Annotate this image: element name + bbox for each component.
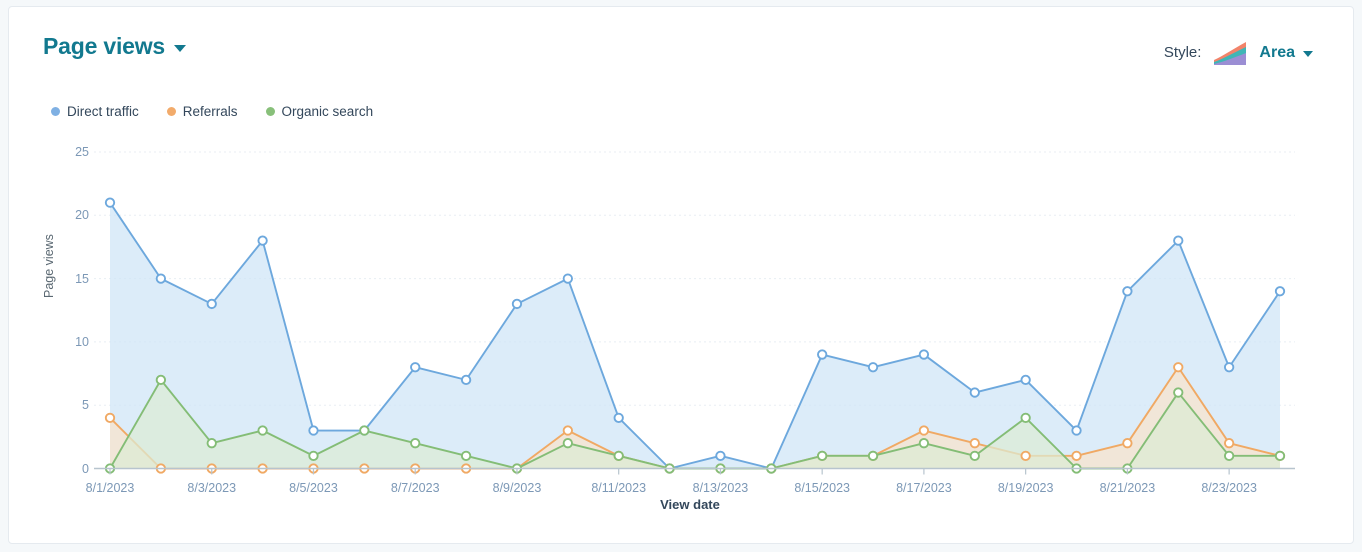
x-axis-tick-label: 8/9/2023 <box>492 480 542 495</box>
x-axis-tick-label: 8/21/2023 <box>1099 480 1156 495</box>
x-axis-tick-label: 8/15/2023 <box>794 480 850 495</box>
y-axis-tick-0: 0 <box>82 461 89 476</box>
x-axis-tick-label: 8/1/2023 <box>85 480 135 495</box>
y-axis-tick-25: 25 <box>75 145 89 159</box>
y-axis-tick-10: 10 <box>75 334 89 349</box>
y-axis-tick-5: 5 <box>82 398 89 413</box>
x-axis-tick-label: 8/11/2023 <box>591 480 647 495</box>
x-axis-tick-label: 8/23/2023 <box>1201 480 1257 495</box>
x-axis-tick-label: 8/13/2023 <box>692 480 749 495</box>
y-axis-tick-20: 20 <box>75 208 89 223</box>
x-axis-tick-label: 8/19/2023 <box>997 480 1054 495</box>
area-chart-plot[interactable] <box>9 7 1362 552</box>
x-axis-tick-label: 8/5/2023 <box>289 480 338 495</box>
chart-card: Page views Style: Area Direct traffic Re… <box>8 6 1354 544</box>
page-root: Page views Style: Area Direct traffic Re… <box>0 0 1362 552</box>
y-axis-title: Page views <box>42 234 56 298</box>
y-axis-tick-15: 15 <box>75 271 89 286</box>
x-axis-tick-label: 8/17/2023 <box>896 480 952 495</box>
x-axis-tick-label: 8/3/2023 <box>187 480 237 495</box>
x-axis-title: View date <box>660 497 720 512</box>
x-axis-tick-label: 8/7/2023 <box>390 480 440 495</box>
